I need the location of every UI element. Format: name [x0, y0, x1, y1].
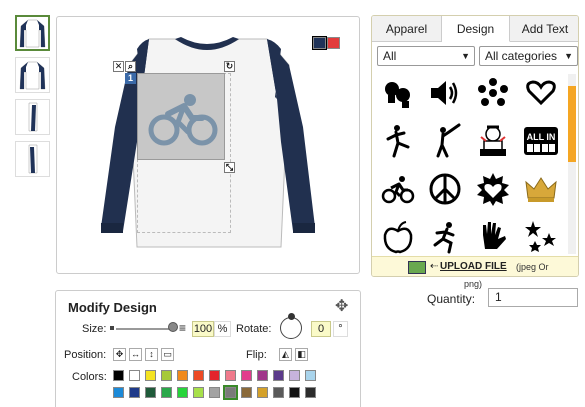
rotate-handle-icon[interactable]: ↻	[224, 61, 235, 72]
size-slider-handle[interactable]	[168, 322, 178, 332]
color-swatch[interactable]	[241, 370, 252, 381]
color-swatch[interactable]	[289, 370, 300, 381]
color-swatch[interactable]	[161, 387, 172, 398]
delete-design-icon[interactable]: ✕	[113, 61, 124, 72]
color-swatch[interactable]	[209, 387, 220, 398]
thumb-back-view[interactable]	[15, 57, 50, 93]
flip-vertical-icon[interactable]: ◧	[295, 348, 308, 361]
stars-icon[interactable]	[520, 216, 562, 258]
crown-icon[interactable]	[520, 168, 562, 210]
color-swatch[interactable]	[273, 370, 284, 381]
flip-horizontal-icon[interactable]: ◭	[279, 348, 292, 361]
quantity-label: Quantity:	[427, 292, 476, 306]
soccer-kick-icon[interactable]	[377, 120, 419, 162]
color-swatch[interactable]	[289, 387, 300, 398]
design-canvas[interactable]: ✕ ⌕ 1 ↻ ⤡	[56, 16, 360, 274]
clipart-panel: Apparel Design Add Text All ▼ All categor…	[371, 15, 579, 277]
apple-icon[interactable]	[377, 216, 419, 258]
color-swatch[interactable]	[305, 370, 316, 381]
baseball-batter-icon[interactable]	[424, 120, 466, 162]
position-fit-icon[interactable]: ▭	[161, 348, 174, 361]
position-horizontal-icon[interactable]: ↔	[129, 348, 142, 361]
speaker-icon[interactable]	[424, 72, 466, 114]
size-unit: %	[214, 321, 231, 337]
upload-hint-continued: png)	[464, 279, 483, 289]
quantity-input[interactable]: 1	[488, 288, 578, 307]
clipart-scrollbar[interactable]	[568, 74, 576, 254]
shirt-color-swatch-navy[interactable]	[312, 36, 327, 50]
color-swatch[interactable]	[241, 387, 252, 398]
selected-design-box[interactable]	[137, 73, 225, 160]
color-swatch[interactable]	[129, 387, 140, 398]
snoopy-icon[interactable]	[472, 120, 514, 162]
tab-add-text[interactable]: Add Text	[510, 16, 578, 42]
tab-apparel[interactable]: Apparel	[372, 16, 442, 42]
color-swatch[interactable]	[193, 370, 204, 381]
position-vertical-icon[interactable]: ↕	[145, 348, 158, 361]
shirt-color-swatch-red[interactable]	[327, 37, 340, 49]
cyclist-design	[148, 94, 218, 146]
hands-heart-icon[interactable]	[520, 72, 562, 114]
resize-handle-icon[interactable]: ⤡	[224, 162, 235, 173]
peace-sign-icon[interactable]	[424, 168, 466, 210]
hearts-circle-icon[interactable]	[472, 72, 514, 114]
arrow-left-icon: ⇠	[430, 261, 439, 272]
size-label: Size:	[82, 323, 107, 335]
position-label: Position:	[64, 349, 107, 361]
svg-text:ALL IN: ALL IN	[527, 132, 556, 142]
color-swatch[interactable]	[161, 370, 172, 381]
color-swatch[interactable]	[305, 387, 316, 398]
upload-bar: ⇠ UPLOAD FILE (jpeg Or	[372, 256, 578, 276]
color-swatch[interactable]	[193, 387, 204, 398]
color-swatch[interactable]	[145, 370, 156, 381]
category-main-select[interactable]: All ▼	[377, 46, 475, 66]
rotate-dial[interactable]	[280, 313, 302, 339]
size-value-field[interactable]: 100	[192, 321, 214, 337]
thumb-front-view[interactable]	[15, 15, 50, 51]
rotate-dial-knob[interactable]	[288, 313, 295, 320]
color-swatch[interactable]	[225, 370, 236, 381]
thumb-left-view[interactable]	[15, 99, 50, 135]
color-swatch[interactable]	[273, 387, 284, 398]
upload-hint: (jpeg Or	[516, 262, 549, 272]
thumb-right-view[interactable]	[15, 141, 50, 177]
colors-label: Colors:	[72, 371, 107, 383]
category-sub-select[interactable]: All categories ▼	[479, 46, 578, 66]
scrollbar-thumb[interactable]	[568, 86, 576, 162]
zoom-design-icon[interactable]: ⌕	[125, 61, 136, 72]
position-center-icon[interactable]: ✥	[113, 348, 126, 361]
color-swatch[interactable]	[113, 387, 124, 398]
rotate-unit: °	[333, 321, 348, 337]
color-swatch[interactable]	[209, 370, 220, 381]
flip-label: Flip:	[246, 349, 267, 361]
layer-number-badge: 1	[125, 73, 136, 84]
tab-design[interactable]: Design	[442, 16, 510, 42]
size-slider[interactable]	[116, 328, 174, 330]
cyclist-icon[interactable]	[377, 168, 419, 210]
modify-design-title: Modify Design	[68, 300, 157, 315]
upload-file-link[interactable]: UPLOAD FILE	[440, 261, 507, 272]
rotate-value-field[interactable]: 0	[311, 321, 331, 337]
rotate-label: Rotate:	[236, 323, 272, 335]
color-swatch[interactable]	[177, 370, 188, 381]
boxing-gloves-icon[interactable]	[377, 72, 419, 114]
color-swatch[interactable]	[113, 370, 124, 381]
size-min-icon	[110, 326, 114, 330]
color-swatch[interactable]	[223, 385, 238, 400]
color-swatch[interactable]	[257, 387, 268, 398]
color-swatch[interactable]	[129, 370, 140, 381]
image-upload-icon	[408, 261, 426, 274]
size-max-icon: ≡	[179, 321, 187, 335]
color-swatch[interactable]	[177, 387, 188, 398]
handprint-icon[interactable]	[472, 216, 514, 258]
color-swatch[interactable]	[257, 370, 268, 381]
color-swatch[interactable]	[145, 387, 156, 398]
modify-design-panel: Modify Design ✥ Size: ≡ 100 % Rotate: 0 …	[55, 290, 361, 407]
runner-icon[interactable]	[424, 216, 466, 258]
all-in-cards-icon[interactable]: ALL IN	[520, 120, 562, 162]
heart-burst-icon[interactable]	[472, 168, 514, 210]
move-icon[interactable]: ✥	[335, 296, 348, 316]
